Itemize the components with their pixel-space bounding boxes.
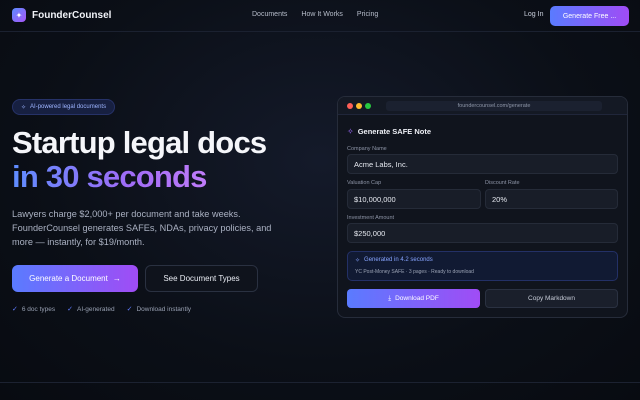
valuation-cap-field[interactable]: $10,000,000 xyxy=(347,189,481,209)
company-name-field[interactable]: Acme Labs, Inc. xyxy=(347,154,618,174)
valuation-cap-label: Valuation Cap xyxy=(347,180,382,186)
headline-line1: Startup legal docs xyxy=(12,125,267,160)
discount-rate-label: Discount Rate xyxy=(485,180,520,186)
feature-label: AI-generated xyxy=(77,305,115,313)
window-titlebar: foundercounsel.com/generate xyxy=(338,97,627,115)
brand-logo[interactable]: ✦ FounderCounsel xyxy=(12,8,111,22)
status-title: ✧ Generated in 4.2 seconds xyxy=(355,257,433,264)
check-icon: ✓ xyxy=(126,306,133,313)
feature-item: ✓ Download instantly xyxy=(126,305,192,314)
minimize-dot-icon xyxy=(356,103,362,109)
generate-document-button[interactable]: Generate a Document → xyxy=(12,265,138,292)
generation-status: ✧ Generated in 4.2 seconds YC Post-Money… xyxy=(347,251,618,281)
badge-label: AI-powered legal documents xyxy=(30,104,107,110)
company-name-label: Company Name xyxy=(347,146,387,152)
feature-item: ✓ AI-generated xyxy=(67,305,115,314)
magic-wand-icon: ✧ xyxy=(347,127,354,136)
form-title-text: Generate SAFE Note xyxy=(357,127,432,136)
check-icon: ✓ xyxy=(12,306,18,313)
sparkle-icon: ✧ xyxy=(355,258,361,264)
status-title-text: Generated in 4.2 seconds xyxy=(364,257,433,263)
form-title: ✧ Generate SAFE Note xyxy=(347,127,431,136)
investment-amount-label: Investment Amount xyxy=(347,215,395,221)
nav-links: Documents How It Works Pricing xyxy=(252,11,378,18)
ai-badge: ✧ AI-powered legal documents xyxy=(12,99,116,115)
feature-label: Download instantly xyxy=(136,305,192,313)
nav-link-documents[interactable]: Documents xyxy=(252,11,287,18)
sparkle-logo-icon: ✦ xyxy=(12,8,26,22)
close-dot-icon xyxy=(347,103,353,109)
sparkle-icon: ✧ xyxy=(21,104,27,111)
generate-document-label: Generate a Document xyxy=(29,274,108,283)
url-bar: foundercounsel.com/generate xyxy=(386,101,602,111)
download-pdf-label: Download PDF xyxy=(395,295,439,302)
feature-list: ✓ 6 doc types ✓ AI-generated ✓ Download … xyxy=(12,305,192,314)
download-icon: ⤓ xyxy=(388,294,392,302)
arrow-right-icon: → xyxy=(112,274,121,283)
check-icon: ✓ xyxy=(67,306,73,313)
headline-line2: in 30 seconds xyxy=(12,159,207,194)
brand-name: FounderCounsel xyxy=(32,9,112,21)
discount-rate-field[interactable]: 20% xyxy=(485,189,618,209)
login-link[interactable]: Log In xyxy=(524,11,543,18)
maximize-dot-icon xyxy=(365,103,371,109)
top-nav: ✦ FounderCounsel Documents How It Works … xyxy=(0,0,640,32)
investment-amount-field[interactable]: $250,000 xyxy=(347,223,618,243)
nav-link-how-it-works[interactable]: How It Works xyxy=(301,11,343,18)
hero-description: Lawyers charge $2,000+ per document and … xyxy=(12,209,272,247)
download-pdf-button[interactable]: ⤓ Download PDF xyxy=(347,289,480,308)
copy-markdown-button[interactable]: Copy Markdown xyxy=(485,289,618,308)
generate-free-button[interactable]: Generate Free ... xyxy=(550,6,629,26)
feature-item: ✓ 6 doc types xyxy=(12,305,56,314)
nav-link-pricing[interactable]: Pricing xyxy=(357,11,378,18)
see-document-types-button[interactable]: See Document Types xyxy=(145,265,258,292)
section-divider xyxy=(0,382,640,383)
status-detail: YC Post-Money SAFE · 3 pages · Ready to … xyxy=(355,269,474,275)
app-preview-window: foundercounsel.com/generate ✧ Generate S… xyxy=(337,96,628,318)
feature-label: 6 doc types xyxy=(21,305,56,313)
